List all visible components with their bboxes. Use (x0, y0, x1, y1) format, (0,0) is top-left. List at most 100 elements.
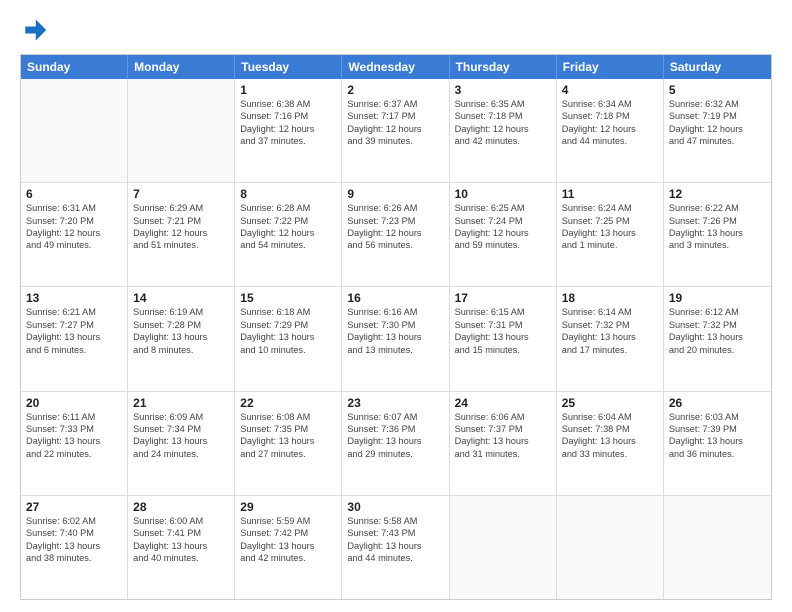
cell-line: Sunset: 7:31 PM (455, 319, 551, 331)
cell-line: and 3 minutes. (669, 239, 766, 251)
header (20, 16, 772, 44)
header-day-saturday: Saturday (664, 55, 771, 79)
cell-line: Sunrise: 6:03 AM (669, 411, 766, 423)
day-number: 8 (240, 187, 336, 201)
cell-line: Sunset: 7:19 PM (669, 110, 766, 122)
cal-row-0: 1Sunrise: 6:38 AMSunset: 7:16 PMDaylight… (21, 79, 771, 183)
cell-line: Sunset: 7:42 PM (240, 527, 336, 539)
day-number: 10 (455, 187, 551, 201)
cal-cell: 9Sunrise: 6:26 AMSunset: 7:23 PMDaylight… (342, 183, 449, 286)
cell-line: and 37 minutes. (240, 135, 336, 147)
cell-line: Sunset: 7:30 PM (347, 319, 443, 331)
day-number: 28 (133, 500, 229, 514)
cell-line: Sunset: 7:35 PM (240, 423, 336, 435)
day-number: 17 (455, 291, 551, 305)
day-number: 21 (133, 396, 229, 410)
cal-cell: 1Sunrise: 6:38 AMSunset: 7:16 PMDaylight… (235, 79, 342, 182)
calendar-header: SundayMondayTuesdayWednesdayThursdayFrid… (21, 55, 771, 79)
cell-line: Sunrise: 6:00 AM (133, 515, 229, 527)
cell-line: and 38 minutes. (26, 552, 122, 564)
cell-line: Sunset: 7:27 PM (26, 319, 122, 331)
cell-line: Sunrise: 6:09 AM (133, 411, 229, 423)
cell-line: Sunrise: 6:26 AM (347, 202, 443, 214)
cell-line: Sunrise: 6:04 AM (562, 411, 658, 423)
cell-line: and 8 minutes. (133, 344, 229, 356)
cell-line: Sunset: 7:25 PM (562, 215, 658, 227)
cell-line: Daylight: 12 hours (455, 123, 551, 135)
cell-line: Sunrise: 6:12 AM (669, 306, 766, 318)
day-number: 11 (562, 187, 658, 201)
day-number: 7 (133, 187, 229, 201)
cell-line: and 33 minutes. (562, 448, 658, 460)
cell-line: Daylight: 13 hours (133, 435, 229, 447)
cal-cell: 21Sunrise: 6:09 AMSunset: 7:34 PMDayligh… (128, 392, 235, 495)
cell-line: and 24 minutes. (133, 448, 229, 460)
cell-line: Sunset: 7:24 PM (455, 215, 551, 227)
cal-cell: 6Sunrise: 6:31 AMSunset: 7:20 PMDaylight… (21, 183, 128, 286)
cal-cell: 5Sunrise: 6:32 AMSunset: 7:19 PMDaylight… (664, 79, 771, 182)
cal-cell: 4Sunrise: 6:34 AMSunset: 7:18 PMDaylight… (557, 79, 664, 182)
cell-line: Sunset: 7:34 PM (133, 423, 229, 435)
cal-cell (21, 79, 128, 182)
cell-line: Sunrise: 6:24 AM (562, 202, 658, 214)
cell-line: Sunrise: 6:02 AM (26, 515, 122, 527)
cell-line: Sunset: 7:20 PM (26, 215, 122, 227)
cal-cell: 28Sunrise: 6:00 AMSunset: 7:41 PMDayligh… (128, 496, 235, 599)
cell-line: Daylight: 13 hours (240, 331, 336, 343)
header-day-monday: Monday (128, 55, 235, 79)
cal-row-3: 20Sunrise: 6:11 AMSunset: 7:33 PMDayligh… (21, 392, 771, 496)
cal-cell: 26Sunrise: 6:03 AMSunset: 7:39 PMDayligh… (664, 392, 771, 495)
cell-line: and 49 minutes. (26, 239, 122, 251)
header-day-thursday: Thursday (450, 55, 557, 79)
cal-cell (450, 496, 557, 599)
header-day-wednesday: Wednesday (342, 55, 449, 79)
cell-line: Daylight: 13 hours (562, 435, 658, 447)
cell-line: Sunrise: 6:25 AM (455, 202, 551, 214)
day-number: 6 (26, 187, 122, 201)
cell-line: and 51 minutes. (133, 239, 229, 251)
day-number: 26 (669, 396, 766, 410)
cell-line: Daylight: 12 hours (455, 227, 551, 239)
cell-line: Sunset: 7:32 PM (562, 319, 658, 331)
cal-cell: 16Sunrise: 6:16 AMSunset: 7:30 PMDayligh… (342, 287, 449, 390)
day-number: 20 (26, 396, 122, 410)
cal-cell: 8Sunrise: 6:28 AMSunset: 7:22 PMDaylight… (235, 183, 342, 286)
day-number: 2 (347, 83, 443, 97)
cell-line: and 47 minutes. (669, 135, 766, 147)
cell-line: Daylight: 13 hours (455, 435, 551, 447)
cell-line: and 44 minutes. (347, 552, 443, 564)
cell-line: Sunrise: 6:35 AM (455, 98, 551, 110)
cell-line: and 36 minutes. (669, 448, 766, 460)
logo (20, 16, 52, 44)
day-number: 9 (347, 187, 443, 201)
cal-cell: 11Sunrise: 6:24 AMSunset: 7:25 PMDayligh… (557, 183, 664, 286)
cell-line: Daylight: 13 hours (562, 331, 658, 343)
day-number: 12 (669, 187, 766, 201)
cell-line: Sunrise: 6:18 AM (240, 306, 336, 318)
cell-line: Sunset: 7:18 PM (562, 110, 658, 122)
cell-line: and 54 minutes. (240, 239, 336, 251)
cell-line: and 42 minutes. (455, 135, 551, 147)
header-day-friday: Friday (557, 55, 664, 79)
cell-line: and 15 minutes. (455, 344, 551, 356)
day-number: 23 (347, 396, 443, 410)
cell-line: Sunset: 7:39 PM (669, 423, 766, 435)
day-number: 3 (455, 83, 551, 97)
cell-line: Sunrise: 5:58 AM (347, 515, 443, 527)
day-number: 29 (240, 500, 336, 514)
cell-line: Sunrise: 6:38 AM (240, 98, 336, 110)
cell-line: Daylight: 13 hours (347, 435, 443, 447)
cell-line: and 1 minute. (562, 239, 658, 251)
cell-line: Daylight: 13 hours (455, 331, 551, 343)
cal-cell: 15Sunrise: 6:18 AMSunset: 7:29 PMDayligh… (235, 287, 342, 390)
day-number: 24 (455, 396, 551, 410)
cell-line: Daylight: 12 hours (240, 227, 336, 239)
cell-line: Sunset: 7:23 PM (347, 215, 443, 227)
cell-line: Sunset: 7:41 PM (133, 527, 229, 539)
cell-line: Sunset: 7:37 PM (455, 423, 551, 435)
cell-line: and 59 minutes. (455, 239, 551, 251)
cell-line: and 20 minutes. (669, 344, 766, 356)
cal-row-1: 6Sunrise: 6:31 AMSunset: 7:20 PMDaylight… (21, 183, 771, 287)
cal-cell: 14Sunrise: 6:19 AMSunset: 7:28 PMDayligh… (128, 287, 235, 390)
cell-line: Sunset: 7:43 PM (347, 527, 443, 539)
